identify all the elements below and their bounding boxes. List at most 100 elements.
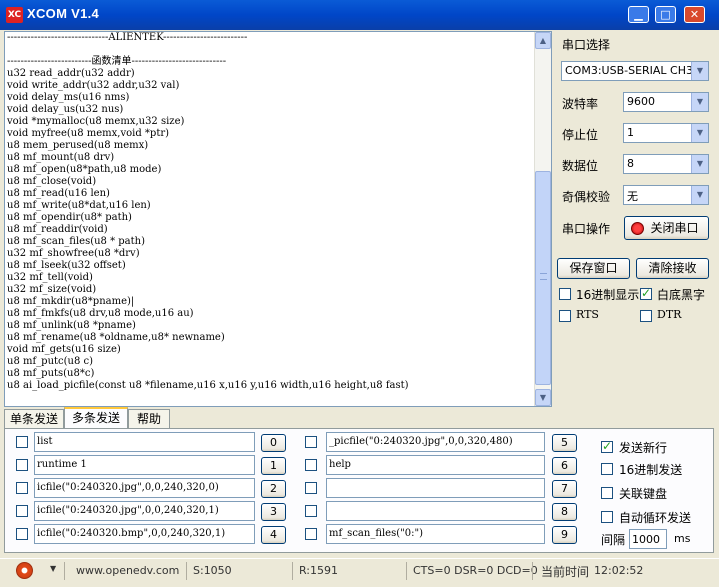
right-send-input[interactable] (326, 501, 545, 521)
receive-line: u32 read_addr(u32 addr) (7, 68, 135, 79)
send-button[interactable]: 1 (261, 457, 286, 475)
white-black-label: 白底黑字 (657, 288, 706, 302)
receive-line: u32 mf_size(void) (7, 284, 97, 295)
close-port-button[interactable]: 关闭串口 (624, 216, 709, 240)
rts-checkbox[interactable] (559, 310, 571, 322)
right-send-input[interactable] (326, 478, 545, 498)
send-button[interactable]: 9 (552, 526, 577, 544)
status-bar: ▼ www.openedv.com S:1050 R:1591 CTS=0 DS… (0, 558, 719, 582)
left-send-checkbox[interactable] (16, 459, 28, 471)
left-send-checkbox[interactable] (16, 436, 28, 448)
receive-scrollbar[interactable]: ▲ ▼ (534, 32, 551, 406)
tab-multi-send[interactable]: 多条发送 (64, 407, 128, 429)
left-send-checkbox[interactable] (16, 482, 28, 494)
left-send-input[interactable]: runtime 1 (34, 455, 255, 475)
chevron-down-icon[interactable]: ▼ (691, 186, 708, 204)
receive-line: u8 mf_opendir(u8* path) (7, 212, 132, 223)
clear-receive-button[interactable]: 清除接收 (636, 258, 709, 279)
right-send-checkbox[interactable] (305, 505, 317, 517)
port-select[interactable]: COM3:USB-SERIAL CH340 ▼ (561, 61, 709, 81)
receive-line: void write_addr(u32 addr,u32 val) (7, 80, 180, 91)
receive-line: u8 mf_unlink(u8 *pname) (7, 320, 136, 331)
dtr-checkbox[interactable] (640, 310, 652, 322)
chevron-down-icon[interactable]: ▼ (691, 124, 708, 142)
port-value: COM3:USB-SERIAL CH340 (565, 64, 708, 77)
sent-count: S:1050 (193, 564, 232, 577)
receive-line: u32 mf_tell(void) (7, 272, 93, 283)
divider (532, 562, 533, 580)
stop-bits-value: 1 (627, 126, 634, 139)
left-send-input[interactable]: icfile("0:240320.bmp",0,0,240,320,1) (34, 524, 255, 544)
chevron-down-icon[interactable]: ▼ (691, 155, 708, 173)
left-send-input[interactable]: icfile("0:240320.jpg",0,0,240,320,1) (34, 501, 255, 521)
send-button[interactable]: 5 (552, 434, 577, 452)
close-button[interactable]: ✕ (684, 6, 705, 23)
receive-line: u8 mf_close(void) (7, 176, 97, 187)
send-button[interactable]: 6 (552, 457, 577, 475)
scroll-down-icon[interactable]: ▼ (535, 389, 551, 406)
receive-area[interactable]: ------------------------------ALIENTEK--… (4, 31, 552, 407)
interval-input[interactable]: 1000 (629, 529, 667, 549)
right-send-checkbox[interactable] (305, 436, 317, 448)
receive-line (7, 44, 533, 56)
rts-label: RTS (576, 308, 599, 321)
send-button[interactable]: 2 (261, 480, 286, 498)
auto-loop-label: 自动循环发送 (619, 511, 692, 525)
send-button[interactable]: 4 (261, 526, 286, 544)
receive-line: u8 mf_puts(u8*c) (7, 368, 95, 379)
receive-text: ------------------------------ALIENTEK--… (7, 32, 533, 392)
tab-single-send[interactable]: 单条发送 (4, 409, 64, 429)
scroll-up-icon[interactable]: ▲ (535, 32, 551, 49)
dtr-label: DTR (657, 308, 682, 321)
left-send-input[interactable]: list (34, 432, 255, 452)
left-send-checkbox[interactable] (16, 505, 28, 517)
send-button[interactable]: 7 (552, 480, 577, 498)
left-send-input[interactable]: icfile("0:240320.jpg",0,0,240,320,0) (34, 478, 255, 498)
divider (292, 562, 293, 580)
gear-icon[interactable] (16, 562, 33, 579)
auto-loop-checkbox[interactable] (601, 511, 613, 523)
chevron-down-icon[interactable]: ▼ (50, 564, 56, 573)
website-link[interactable]: www.openedv.com (76, 564, 179, 577)
multi-send-panel: list 0 runtime 1 1 icfile("0:240320.jpg",0,0… (4, 428, 714, 553)
white-black-checkbox[interactable] (640, 286, 652, 300)
send-button[interactable]: 8 (552, 503, 577, 521)
right-send-input[interactable]: help (326, 455, 545, 475)
maximize-button[interactable]: □ (655, 6, 676, 23)
baud-label: 波特率 (562, 97, 599, 111)
receive-line: u8 mf_mount(u8 drv) (7, 152, 115, 163)
save-window-button[interactable]: 保存窗口 (557, 258, 630, 279)
right-send-checkbox[interactable] (305, 482, 317, 494)
receive-line: void myfree(u8 memx,void *ptr) (7, 128, 170, 139)
data-bits-select[interactable]: 8 ▼ (623, 154, 709, 174)
send-button[interactable]: 3 (261, 503, 286, 521)
current-time-label: 当前时间 (541, 565, 590, 579)
minimize-button[interactable]: ▁ (628, 6, 649, 23)
tab-help[interactable]: 帮助 (128, 409, 170, 429)
parity-value: 无 (627, 190, 638, 203)
divider (406, 562, 407, 580)
port-op-label: 串口操作 (562, 222, 611, 236)
divider (186, 562, 187, 580)
hex-send-checkbox[interactable] (601, 463, 613, 475)
app-logo-icon: XC (6, 7, 23, 23)
send-button[interactable]: 0 (261, 434, 286, 452)
close-port-label: 关闭串口 (650, 221, 699, 235)
send-newline-checkbox[interactable] (601, 439, 613, 453)
right-send-checkbox[interactable] (305, 528, 317, 540)
right-send-checkbox[interactable] (305, 459, 317, 471)
link-keyboard-checkbox[interactable] (601, 487, 613, 499)
line-status: CTS=0 DSR=0 DCD=0 (413, 564, 538, 577)
stop-bits-select[interactable]: 1 ▼ (623, 123, 709, 143)
receive-line: u8 mf_write(u8*dat,u16 len) (7, 200, 151, 211)
chevron-down-icon[interactable]: ▼ (691, 62, 708, 80)
hex-display-checkbox[interactable] (559, 288, 571, 300)
scroll-thumb[interactable] (535, 171, 551, 385)
left-send-checkbox[interactable] (16, 528, 28, 540)
parity-select[interactable]: 无 ▼ (623, 185, 709, 205)
baud-select[interactable]: 9600 ▼ (623, 92, 709, 112)
chevron-down-icon[interactable]: ▼ (691, 93, 708, 111)
right-send-input[interactable]: _picfile("0:240320.jpg",0,0,320,480) (326, 432, 545, 452)
right-send-input[interactable]: mf_scan_files("0:") (326, 524, 545, 544)
receive-line: u8 mf_read(u16 len) (7, 188, 110, 199)
